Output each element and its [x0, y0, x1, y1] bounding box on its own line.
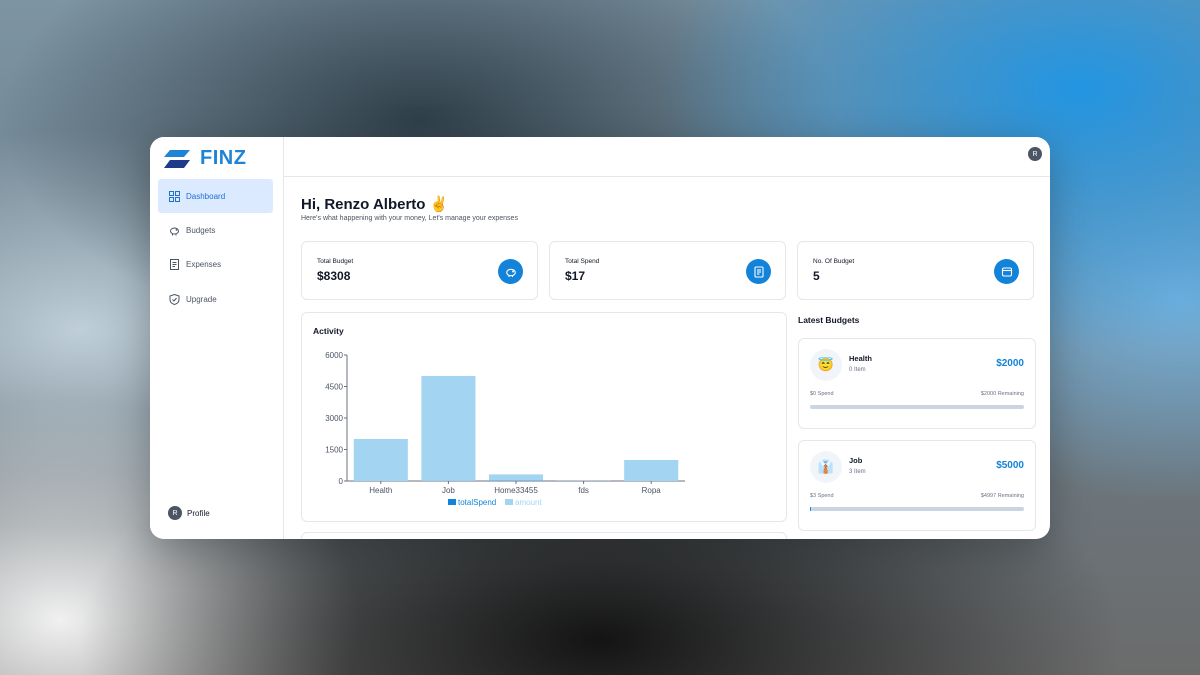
legend-label: amount	[515, 498, 542, 507]
wallet-icon	[994, 259, 1019, 284]
legend-label: totalSpend	[458, 498, 496, 507]
budget-emoji: 😇	[810, 349, 842, 381]
sidebar-nav: Dashboard Budgets Expenses Upgrade	[158, 179, 273, 317]
budget-emoji: 👔	[810, 451, 842, 483]
y-tick-label: 4500	[325, 383, 343, 392]
stat-label: No. Of Budget	[813, 258, 855, 265]
sidebar-item-expenses[interactable]: Expenses	[158, 248, 273, 282]
budget-name: Job	[849, 456, 863, 465]
bar-amount	[421, 375, 476, 481]
budget-spend: $3 Spend	[810, 493, 834, 499]
y-tick-label: 1500	[325, 446, 343, 455]
page-title: Hi, Renzo Alberto ✌️	[301, 196, 449, 213]
receipt-icon	[169, 259, 180, 271]
sidebar: FINZ Dashboard Budgets Expenses Upgrade …	[150, 137, 284, 539]
y-tick-label: 3000	[325, 414, 343, 423]
bar-amount	[488, 474, 544, 481]
bar-amount	[353, 439, 408, 481]
budget-amount: $2000	[996, 358, 1024, 369]
budget-progress-bar	[810, 405, 1024, 409]
main-content: Hi, Renzo Alberto ✌️ Here's what happeni…	[284, 178, 1050, 539]
budget-name: Health	[849, 354, 872, 363]
app-window: FINZ Dashboard Budgets Expenses Upgrade …	[150, 137, 1050, 539]
budget-remaining: $4997 Remaining	[980, 493, 1024, 499]
budget-card-job[interactable]: 👔 Job 3 Item $5000 $3 Spend $4997 Remain…	[798, 440, 1036, 531]
stat-card-total-budget: Total Budget $8308	[301, 241, 538, 300]
piggy-bank-icon	[169, 225, 180, 236]
legend-swatch	[505, 499, 513, 505]
budget-amount: $5000	[996, 460, 1024, 471]
sidebar-item-upgrade[interactable]: Upgrade	[158, 282, 273, 316]
stat-value: $8308	[317, 269, 351, 283]
page-subtitle: Here's what happening with your money, L…	[301, 215, 518, 222]
x-tick-label: Health	[369, 486, 392, 495]
sidebar-item-label: Budgets	[186, 225, 216, 235]
profile-link[interactable]: R Profile	[168, 506, 210, 520]
budget-card-health[interactable]: 😇 Health 0 Item $2000 $0 Spend $2000 Rem…	[798, 338, 1036, 429]
avatar: R	[168, 506, 182, 520]
finz-logo-icon	[164, 149, 190, 168]
x-tick-label: Home33455	[494, 486, 538, 495]
x-tick-label: Job	[442, 486, 455, 495]
sidebar-item-dashboard[interactable]: Dashboard	[158, 179, 273, 213]
dashboard-grid-icon	[169, 190, 180, 202]
budget-progress-bar	[810, 507, 1024, 511]
piggy-bank-icon	[498, 259, 523, 284]
brand-logo[interactable]: FINZ	[164, 147, 246, 170]
budget-spend: $0 Spend	[810, 391, 834, 397]
y-tick-label: 0	[339, 477, 344, 486]
sidebar-item-label: Expenses	[186, 260, 222, 270]
latest-budgets-title: Latest Budgets	[798, 315, 860, 325]
stat-value: $17	[565, 269, 586, 283]
sidebar-item-budgets[interactable]: Budgets	[158, 213, 273, 247]
secondary-card	[301, 532, 787, 539]
brand-name: FINZ	[200, 147, 247, 169]
activity-bar-chart: 0 1500 3000 4500 6000 Health Job Home33455 fds Ro…	[325, 351, 685, 507]
top-bar: R	[284, 137, 1050, 177]
x-tick-label: Ropa	[642, 486, 662, 495]
activity-chart-card: Activity 0 1500 3000 4500 6000 Health Job Home3…	[301, 312, 787, 522]
stat-card-total-spend: Total Spend $17	[549, 241, 786, 300]
stat-value: 5	[813, 269, 820, 283]
stat-label: Total Budget	[317, 258, 354, 265]
user-avatar-button[interactable]: R	[1028, 147, 1042, 161]
sidebar-item-label: Dashboard	[186, 191, 226, 201]
budget-item-count: 3 Item	[849, 469, 866, 475]
stat-label: Total Spend	[565, 258, 600, 265]
receipt-icon	[746, 259, 771, 284]
legend-swatch	[448, 499, 456, 505]
budget-remaining: $2000 Remaining	[980, 391, 1024, 397]
profile-label: Profile	[187, 508, 210, 518]
x-tick-label: fds	[578, 486, 589, 495]
sidebar-item-label: Upgrade	[186, 294, 217, 304]
bar-amount	[624, 460, 679, 481]
budget-item-count: 0 Item	[849, 367, 866, 373]
y-tick-label: 6000	[325, 351, 343, 360]
stat-card-number-of-budgets: No. Of Budget 5	[797, 241, 1034, 300]
shield-check-icon	[169, 293, 180, 305]
